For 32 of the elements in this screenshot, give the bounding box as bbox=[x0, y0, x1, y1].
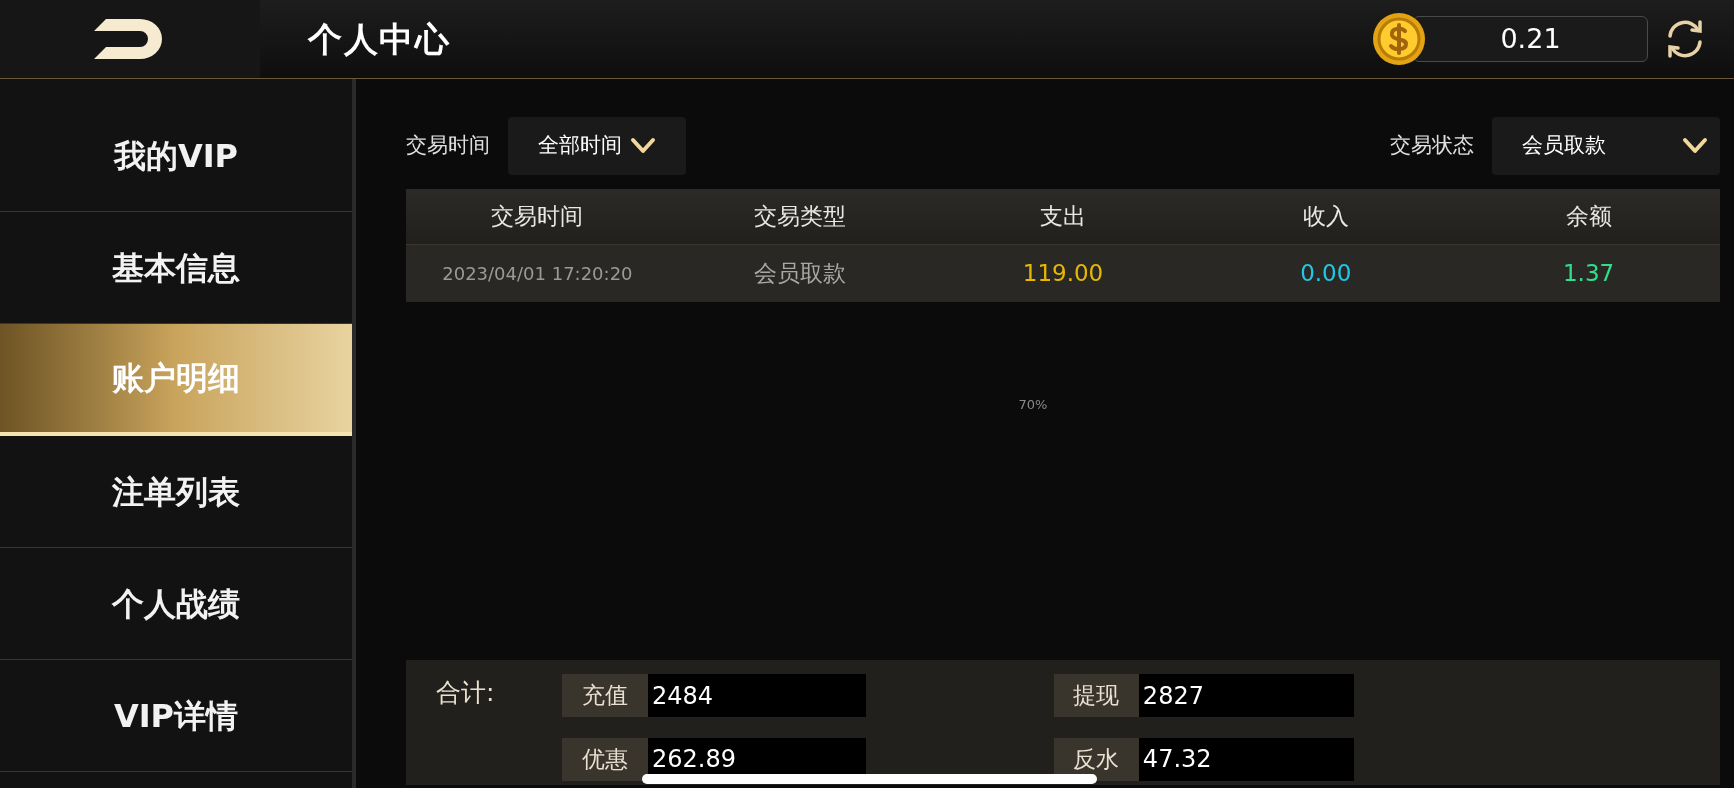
total-value: 2484 bbox=[648, 674, 866, 717]
filter-label: 交易状态 bbox=[1390, 132, 1474, 160]
loading-text: 70% bbox=[1018, 396, 1048, 414]
totals-label: 合计: bbox=[436, 677, 496, 709]
filter-label: 交易时间 bbox=[406, 132, 490, 160]
filter-dropdown[interactable]: 会员取款 bbox=[1492, 117, 1720, 175]
sidebar-item[interactable]: VIP详情 bbox=[0, 660, 352, 772]
sidebar-item[interactable]: 个人战绩 bbox=[0, 548, 352, 660]
column-header: 收入 bbox=[1301, 202, 1350, 232]
column-header: 支出 bbox=[1039, 202, 1087, 232]
column-header: 余额 bbox=[1564, 202, 1613, 232]
total-label: 充值 bbox=[562, 674, 648, 717]
balance-display: 0.21 bbox=[1413, 16, 1648, 62]
coin-icon bbox=[1371, 11, 1427, 67]
column-header: 交易时间 bbox=[490, 202, 585, 232]
table-cell-text: 会员取款 bbox=[753, 259, 848, 289]
chevron-down-icon bbox=[630, 137, 656, 155]
total-value: 2827 bbox=[1138, 674, 1354, 717]
window-title: 个人中心 bbox=[308, 17, 451, 61]
filter-dropdown[interactable]: 全部时间 bbox=[508, 117, 686, 175]
total-value: 47.32 bbox=[1138, 737, 1354, 781]
total-label: 优惠 bbox=[562, 737, 648, 781]
sidebar-item[interactable]: 我的VIP bbox=[0, 100, 352, 212]
total-label: 提现 bbox=[1054, 674, 1139, 717]
table-cell-text: 1.37 bbox=[1561, 259, 1616, 289]
table-cell-text: 2023/04/01 17:20:20 bbox=[441, 262, 634, 286]
table-cell-text: 119.00 bbox=[1021, 259, 1105, 289]
chevron-down-icon bbox=[1682, 137, 1708, 155]
total-label: 反水 bbox=[1054, 737, 1139, 781]
column-header: 交易类型 bbox=[753, 202, 848, 232]
table-cell-text: 0.00 bbox=[1299, 259, 1353, 289]
sidebar-item[interactable]: 注单列表 bbox=[0, 436, 352, 548]
